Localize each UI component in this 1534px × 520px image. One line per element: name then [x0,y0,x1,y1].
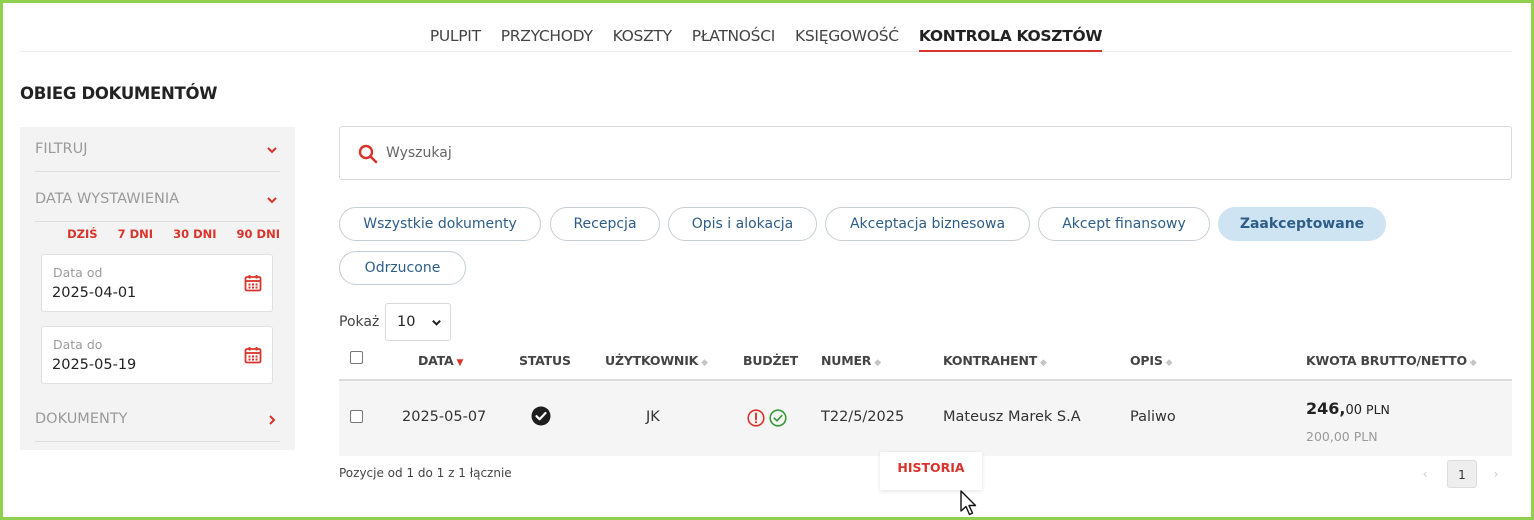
filter-description-allocation[interactable]: Opis i alokacja [668,207,817,241]
quick-date-7-days[interactable]: 7 DNI [118,227,153,241]
page-size-value: 10 [397,314,416,330]
filter-financial-acceptance[interactable]: Akcept finansowy [1038,207,1210,241]
table-row[interactable] [339,381,1512,456]
row-contractor: Mateusz Marek S.A [943,409,1081,425]
nav-item-kontrola-kosztow[interactable]: KONTROLA KOSZTÓW [918,18,1103,52]
main-nav: PULPIT PRZYCHODY KOSZTY PŁATNOŚCI KSIĘGO… [20,18,1512,52]
date-from-field[interactable]: Data od 2025-04-01 [41,254,273,312]
filter-accepted[interactable]: Zaakceptowane [1218,207,1386,241]
page-size-select[interactable]: 10 [385,303,451,341]
row-date: 2025-05-07 [402,409,487,425]
filter-business-acceptance[interactable]: Akceptacja biznesowa [825,207,1030,241]
chevron-down-icon [266,177,278,222]
date-from-value: 2025-04-01 [52,285,137,301]
sort-icon: ◆ [1469,358,1477,368]
column-header-date[interactable]: DATA ▼ [418,353,463,368]
column-header-number-label: NUMER [821,353,872,368]
filter-reception[interactable]: Recepcja [550,207,660,241]
quick-date-today[interactable]: DZIŚ [67,227,97,241]
quick-date-30-days[interactable]: 30 DNI [173,227,216,241]
sort-icon: ◆ [1040,358,1047,368]
column-header-user[interactable]: UŻYTKOWNIK ◆ [605,353,708,368]
sort-icon: ◆ [1165,358,1173,368]
row-number[interactable]: T22/5/2025 [821,409,904,425]
column-header-user-label: UŻYTKOWNIK [605,353,699,368]
row-net-amount: 200,00 PLN [1306,429,1378,444]
column-header-contractor-label: KONTRAHENT [943,353,1038,368]
column-header-description[interactable]: OPIS ◆ [1130,353,1173,368]
documents-toggle[interactable]: DOKUMENTY [35,397,280,442]
column-header-date-label: DATA [418,353,454,368]
mouse-cursor-icon [960,490,977,516]
sort-icon: ◆ [874,358,881,368]
gross-amount-currency: PLN [1366,402,1390,417]
column-header-amount[interactable]: KWOTA BRUTTO/NETTO ◆ [1306,353,1477,368]
pagination-page-1[interactable]: 1 [1447,460,1477,488]
nav-item-pulpit[interactable]: PULPIT [430,18,481,52]
filter-toggle[interactable]: FILTRUJ [35,127,280,172]
row-user: JK [646,409,660,425]
nav-item-platnosci[interactable]: PŁATNOŚCI [692,18,776,52]
filter-all-documents[interactable]: Wszystkie dokumenty [339,207,541,241]
date-section-toggle[interactable]: DATA WYSTAWIENIA [35,177,280,222]
search-input[interactable] [386,141,986,165]
date-to-value: 2025-05-19 [52,357,137,373]
nav-item-przychody[interactable]: PRZYCHODY [501,18,593,52]
chevron-right-icon [266,397,278,442]
row-checkbox[interactable] [350,410,363,423]
filter-rejected[interactable]: Odrzucone [339,251,466,285]
column-header-amount-label: KWOTA BRUTTO/NETTO [1306,353,1467,368]
nav-item-ksiegowosc[interactable]: KSIĘGOWOŚĆ [795,18,899,52]
filter-label: FILTRUJ [35,141,88,157]
sort-desc-icon: ▼ [456,358,464,368]
sort-icon: ◆ [701,358,708,368]
date-from-label: Data od [53,265,103,280]
filter-sidebar: FILTRUJ DATA WYSTAWIENIA DZIŚ 7 DNI 30 D… [20,127,295,450]
gross-amount-main: 246, [1306,399,1346,418]
row-gross-amount: 246,00 PLN [1306,399,1390,418]
calendar-icon[interactable] [244,346,262,364]
select-all-checkbox[interactable] [350,351,363,364]
documents-label: DOKUMENTY [35,411,128,427]
row-description: Paliwo [1130,409,1176,425]
page-title: OBIEG DOKUMENTÓW [20,84,218,103]
gross-amount-cents: 00 [1345,403,1363,418]
pagination-next-button[interactable]: › [1484,460,1508,488]
quick-date-90-days[interactable]: 90 DNI [237,227,280,241]
date-section-label: DATA WYSTAWIENIA [35,191,180,207]
calendar-icon[interactable] [244,274,262,292]
budget-ok-icon [769,409,787,427]
search-bar [339,126,1512,180]
nav-item-koszty[interactable]: KOSZTY [613,18,672,52]
chevron-down-icon [431,304,442,340]
budget-warning-icon [747,409,765,427]
column-header-number[interactable]: NUMER ◆ [821,353,881,368]
column-header-description-label: OPIS [1130,353,1163,368]
status-accepted-icon [531,406,551,426]
column-header-budget: BUDŻET [743,353,798,368]
date-to-label: Data do [53,337,103,352]
page-size-label: Pokaż [339,314,380,330]
chevron-down-icon [266,127,278,172]
positions-info: Pozycje od 1 do 1 z 1 łącznie [339,466,512,480]
history-tooltip[interactable]: HISTORIA [880,452,982,490]
column-header-status: STATUS [519,353,571,368]
pagination-prev-button[interactable]: ‹ [1413,460,1437,488]
search-icon [358,144,378,164]
quick-date-range: DZIŚ 7 DNI 30 DNI 90 DNI [35,227,280,241]
date-to-field[interactable]: Data do 2025-05-19 [41,326,273,384]
column-header-contractor[interactable]: KONTRAHENT ◆ [943,353,1047,368]
